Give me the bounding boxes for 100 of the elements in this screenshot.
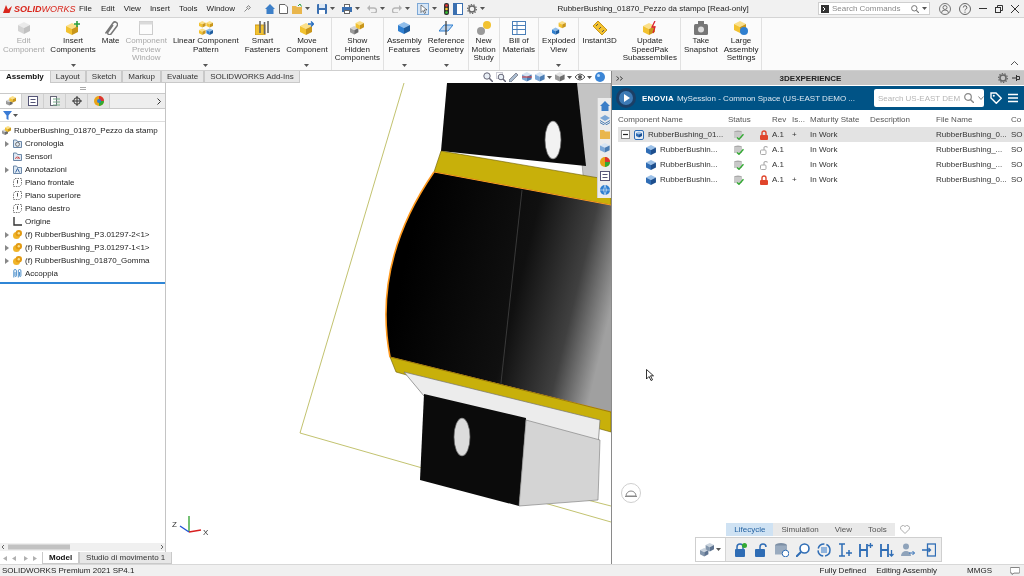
house-icon[interactable] — [265, 3, 276, 14]
table-row[interactable]: RubberBushin... A.1 In Work RubberBushing_... SO — [618, 142, 1024, 157]
caret-icon[interactable] — [567, 75, 572, 79]
menu-item[interactable]: File — [79, 4, 92, 13]
tab[interactable]: Layout — [49, 71, 86, 83]
sphere-icon[interactable] — [595, 72, 605, 82]
column-header[interactable]: Rev — [772, 115, 792, 124]
caret-icon[interactable] — [70, 64, 76, 67]
tab[interactable]: Sketch — [85, 71, 123, 83]
help-icon[interactable] — [959, 2, 971, 15]
command-button[interactable]: Insert Components — [47, 18, 99, 70]
caret-icon[interactable] — [432, 7, 438, 10]
new-document-icon[interactable] — [279, 3, 289, 14]
caret-icon[interactable] — [556, 64, 562, 67]
menu-icon[interactable] — [1008, 93, 1018, 103]
command-button[interactable]: Assembly Features — [384, 18, 425, 70]
h-arrow-icon[interactable] — [879, 542, 894, 557]
grip-icon[interactable] — [79, 86, 86, 90]
tab[interactable]: Evaluate — [161, 71, 205, 83]
eye-icon[interactable] — [575, 72, 585, 82]
chevron-right-icon[interactable] — [157, 97, 161, 105]
menu-item[interactable]: Tools — [178, 4, 198, 13]
tab[interactable]: SOLIDWORKS Add-Ins — [204, 71, 300, 83]
caret-icon[interactable] — [380, 7, 386, 10]
tab[interactable]: Simulation — [773, 523, 827, 536]
padlock-icon[interactable] — [732, 542, 747, 557]
chevron-up-icon[interactable] — [1011, 61, 1018, 65]
column-header[interactable]: Co — [1011, 115, 1024, 124]
caret-icon[interactable] — [330, 7, 336, 10]
panel-tab[interactable] — [44, 94, 66, 108]
close-icon[interactable] — [1011, 4, 1019, 13]
panel-tab[interactable] — [66, 94, 88, 108]
cube-icon[interactable] — [555, 72, 565, 82]
table-row[interactable]: RubberBushing_01... A.1 + In Work RubberBushing_0... SO — [618, 127, 1024, 142]
traffic-light-icon[interactable] — [444, 2, 450, 15]
tree-item[interactable]: Sensori — [13, 152, 53, 161]
filter-icon[interactable] — [3, 110, 12, 120]
expand-arrow-icon[interactable] — [5, 244, 9, 251]
tree-item[interactable]: Cronologia — [13, 139, 64, 148]
command-button[interactable]: Instant3D — [579, 18, 620, 70]
column-header[interactable]: Description — [870, 115, 936, 124]
tree-item[interactable]: (f) RubberBushing_01870_Gomma — [13, 256, 150, 265]
caret-icon[interactable] — [13, 113, 18, 117]
panel-tab[interactable] — [88, 94, 110, 108]
pointer-icon[interactable] — [417, 2, 430, 15]
magnifier-icon[interactable] — [496, 72, 506, 82]
command-button[interactable]: Show Hidden Components — [331, 18, 383, 70]
tab[interactable]: Tools — [860, 523, 895, 536]
dropdown-button[interactable] — [695, 538, 726, 561]
tab[interactable]: Lifecycle — [726, 523, 774, 536]
caret-icon[interactable] — [203, 64, 209, 67]
settings-icon[interactable] — [467, 3, 478, 14]
open-padlock-icon[interactable] — [753, 542, 768, 557]
caret-icon[interactable] — [547, 75, 552, 79]
rubber-bushing-model-drawing[interactable] — [385, 83, 611, 507]
command-button[interactable]: Linear Component Pattern — [169, 18, 242, 70]
command-button[interactable]: Exploded View — [539, 18, 579, 70]
user-icon[interactable] — [939, 2, 951, 15]
cube-icon[interactable] — [535, 72, 545, 82]
dashed-ring-icon[interactable] — [816, 542, 831, 557]
database-refresh-icon[interactable] — [774, 542, 789, 557]
command-button[interactable]: Smart Fasteners — [241, 18, 284, 70]
tree-item[interactable]: (f) RubberBushing_P3.01297-1<1> — [13, 243, 150, 252]
tab[interactable]: Markup — [122, 71, 161, 83]
table-row[interactable]: RubberBushin... A.1 In Work RubberBushing_... SO — [618, 157, 1024, 172]
search-icon[interactable] — [964, 93, 975, 103]
search-icon[interactable] — [911, 4, 919, 13]
tree-item[interactable]: RubberBushing_01870_Pezzo da stamp — [2, 126, 158, 135]
expand-arrow-icon[interactable] — [5, 140, 9, 147]
panel-tab[interactable] — [22, 94, 44, 108]
caret-icon[interactable] — [355, 7, 361, 10]
i-beam-plus-icon[interactable] — [837, 542, 852, 557]
sign-in-icon[interactable] — [921, 542, 936, 557]
column-header[interactable]: Status — [728, 115, 758, 124]
tab[interactable]: Model — [42, 552, 80, 564]
command-button[interactable]: Bill of Materials — [499, 18, 539, 70]
expand-arrow-icon[interactable] — [5, 257, 9, 264]
command-button[interactable]: Mate — [98, 18, 123, 70]
caret-icon[interactable] — [304, 64, 310, 67]
command-button[interactable]: Reference Geometry — [424, 18, 468, 70]
caret-icon[interactable] — [405, 7, 411, 10]
double-chevron-icon[interactable] — [616, 75, 623, 81]
column-header[interactable]: Maturity State — [810, 115, 870, 124]
globe-icon[interactable] — [599, 185, 610, 195]
play-circle-icon[interactable] — [616, 88, 636, 108]
house-icon[interactable] — [599, 101, 610, 111]
printer-icon[interactable] — [342, 3, 353, 14]
save-icon[interactable] — [317, 3, 328, 14]
menu-item[interactable]: Window — [206, 4, 236, 13]
status-text[interactable]: MMGS — [967, 566, 992, 575]
table-row[interactable]: RubberBushin... A.1 + In Work RubberBushing_0... SO — [618, 172, 1024, 187]
command-button[interactable]: Large Assembly Settings — [720, 18, 762, 70]
tree-item[interactable]: (f) RubberBushing_P3.01297-2<1> — [13, 230, 150, 239]
horizontal-scrollbar[interactable] — [0, 543, 165, 551]
document-panel-icon[interactable] — [453, 2, 464, 15]
list-icon[interactable] — [599, 171, 610, 181]
expand-arrow-icon[interactable] — [5, 166, 9, 173]
cube-slice-icon[interactable] — [522, 72, 532, 82]
minus-box-icon[interactable] — [621, 130, 630, 139]
command-button[interactable]: New Motion Study — [468, 18, 499, 70]
